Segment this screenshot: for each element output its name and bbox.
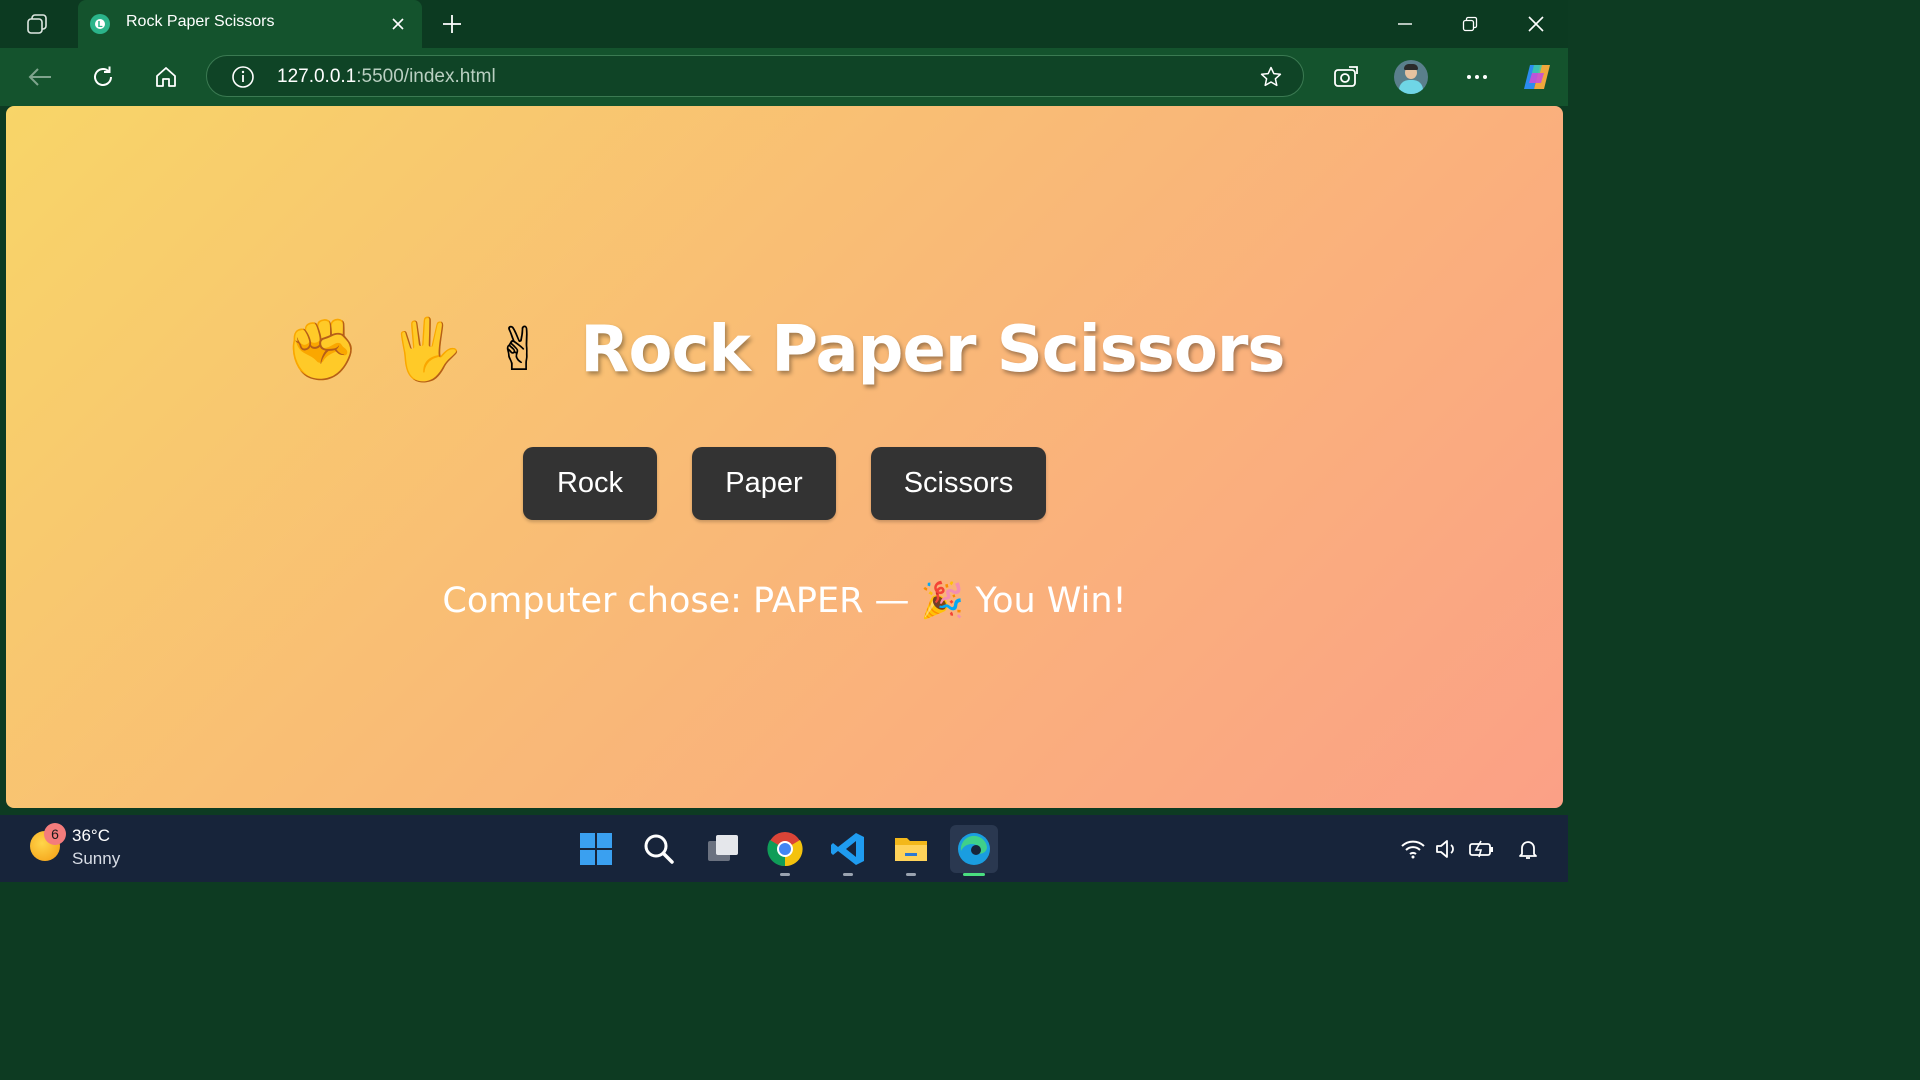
notification-bell-icon xyxy=(1519,841,1537,859)
chrome-icon xyxy=(767,832,803,867)
close-icon xyxy=(392,18,404,30)
battery-button[interactable] xyxy=(1468,837,1496,861)
workspaces-icon xyxy=(27,14,47,34)
profile-avatar[interactable] xyxy=(1394,60,1428,94)
search-button[interactable] xyxy=(635,825,683,873)
browser-toolbar: 127.0.0.1:5500/index.html xyxy=(0,48,1568,106)
page-title: Rock Paper Scissors xyxy=(580,313,1285,387)
page-heading: ✊ 🖐 ✌ Rock Paper Scissors xyxy=(6,310,1563,390)
home-icon xyxy=(156,67,176,87)
chrome-taskbar-button[interactable] xyxy=(761,825,809,876)
new-tab-button[interactable] xyxy=(438,10,466,38)
task-view-icon xyxy=(708,835,738,861)
screenshot-icon xyxy=(1334,66,1358,87)
url-host: 127.0.0.1 xyxy=(277,66,357,87)
url-text[interactable]: 127.0.0.1:5500/index.html xyxy=(277,66,496,88)
minimize-button[interactable] xyxy=(1385,10,1425,38)
battery-icon xyxy=(1469,840,1493,858)
site-info-button[interactable] xyxy=(231,65,255,89)
refresh-button[interactable] xyxy=(85,60,121,94)
result-text: Computer chose: PAPER — 🎉 You Win! xyxy=(442,581,1127,621)
restore-button[interactable] xyxy=(1450,10,1490,38)
refresh-icon xyxy=(94,66,112,86)
close-window-button[interactable] xyxy=(1516,10,1556,38)
rock-button[interactable]: Rock xyxy=(523,447,657,520)
active-tab[interactable]: L Rock Paper Scissors xyxy=(78,0,422,48)
vscode-taskbar-button[interactable] xyxy=(824,825,872,876)
url-path: :5500/index.html xyxy=(356,66,496,87)
back-button[interactable] xyxy=(22,60,58,94)
workspaces-button[interactable] xyxy=(18,10,56,38)
edge-icon xyxy=(958,833,990,865)
start-icon xyxy=(580,833,612,865)
scissors-button[interactable]: Scissors xyxy=(871,447,1046,520)
favorite-button[interactable] xyxy=(1259,65,1283,89)
file-explorer-icon xyxy=(895,838,927,861)
wifi-button[interactable] xyxy=(1399,837,1427,861)
info-icon xyxy=(232,66,254,88)
weather-badge: 6 xyxy=(44,823,66,845)
copilot-icon xyxy=(1524,65,1550,89)
start-button[interactable] xyxy=(572,825,620,873)
more-options-button[interactable] xyxy=(1459,60,1495,94)
address-bar[interactable]: 127.0.0.1:5500/index.html xyxy=(206,55,1304,97)
page-viewport: ✊ 🖐 ✌ Rock Paper Scissors Rock Paper Sci… xyxy=(6,106,1563,808)
weather-condition: Sunny xyxy=(72,849,121,868)
raised-fist-icon: ✊ xyxy=(284,315,360,385)
edge-taskbar-button[interactable] xyxy=(950,825,998,876)
search-icon xyxy=(644,834,674,864)
copilot-button[interactable] xyxy=(1520,61,1554,93)
tab-favicon-icon: L xyxy=(90,14,110,34)
volume-button[interactable] xyxy=(1433,837,1461,861)
victory-hand-icon: ✌ xyxy=(493,315,545,385)
ellipsis-icon xyxy=(1467,75,1487,79)
vscode-icon xyxy=(831,833,864,865)
tab-title: Rock Paper Scissors xyxy=(126,13,275,30)
star-icon xyxy=(1260,66,1282,87)
task-view-button[interactable] xyxy=(698,825,746,873)
tab-close-button[interactable] xyxy=(388,14,408,34)
minimize-icon xyxy=(1398,23,1412,25)
plus-icon xyxy=(443,15,461,33)
restore-icon xyxy=(1462,16,1478,32)
paper-button[interactable]: Paper xyxy=(692,447,836,520)
weather-temperature: 36°C xyxy=(72,826,110,845)
close-window-icon xyxy=(1528,16,1544,32)
raised-hand-icon: 🖐 xyxy=(389,315,464,385)
windows-taskbar: 6 36°C Sunny xyxy=(0,815,1568,882)
browser-title-bar: L Rock Paper Scissors xyxy=(0,0,1568,48)
home-button[interactable] xyxy=(148,60,184,94)
screenshot-button[interactable] xyxy=(1328,60,1364,94)
wifi-icon xyxy=(1401,840,1425,859)
volume-icon xyxy=(1436,840,1454,858)
back-arrow-icon xyxy=(28,68,51,86)
file-explorer-taskbar-button[interactable] xyxy=(887,825,935,876)
notifications-button[interactable] xyxy=(1514,837,1542,861)
